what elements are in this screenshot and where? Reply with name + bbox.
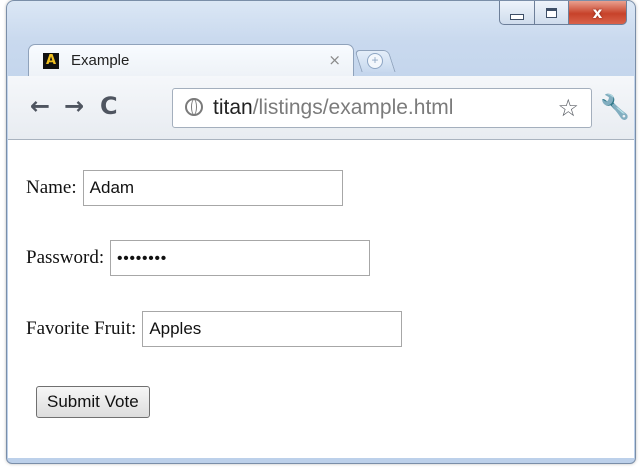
new-tab-icon: + — [367, 53, 383, 69]
page-content: Name: Adam Password: •••••••• Favorite F… — [8, 140, 634, 458]
name-label: Name: — [26, 177, 77, 198]
name-row: Name: Adam — [26, 170, 343, 206]
fruit-label: Favorite Fruit: — [26, 318, 137, 339]
window-close-button[interactable]: x — [569, 1, 627, 25]
maximize-icon — [546, 7, 557, 18]
url-text[interactable]: titan/listings/example.html — [213, 96, 453, 120]
tab-close-icon[interactable]: × — [328, 51, 341, 69]
password-input[interactable]: •••••••• — [110, 240, 371, 276]
browser-tab[interactable]: A Example × — [28, 44, 354, 76]
new-tab-button[interactable]: + — [354, 50, 396, 72]
forward-arrow-icon[interactable]: → — [64, 94, 84, 118]
name-input[interactable]: Adam — [82, 170, 343, 206]
url-path: /listings/example.html — [252, 96, 454, 119]
minimize-icon — [510, 13, 524, 20]
submit-vote-button[interactable]: Submit Vote — [36, 386, 150, 418]
fruit-input[interactable]: Apples — [142, 311, 403, 347]
address-bar[interactable]: titan/listings/example.html ☆ — [172, 88, 592, 128]
browser-toolbar: ← → C titan/listings/example.html ☆ 🔧 — [8, 76, 634, 140]
favicon-icon: A — [43, 53, 59, 69]
minimize-button[interactable] — [499, 1, 535, 25]
wrench-menu-icon[interactable]: 🔧 — [600, 93, 630, 121]
maximize-button[interactable] — [535, 1, 569, 25]
tab-title: Example — [71, 52, 130, 69]
globe-icon — [185, 98, 203, 116]
fruit-row: Favorite Fruit: Apples — [26, 311, 403, 347]
back-arrow-icon[interactable]: ← — [30, 94, 50, 118]
reload-icon[interactable]: C — [100, 94, 118, 118]
window-close-icon: x — [592, 3, 603, 22]
password-row: Password: •••••••• — [26, 240, 371, 276]
bookmark-star-icon[interactable]: ☆ — [557, 94, 579, 122]
password-label: Password: — [26, 247, 105, 268]
window-controls: x — [499, 1, 627, 27]
url-host: titan — [213, 96, 253, 119]
